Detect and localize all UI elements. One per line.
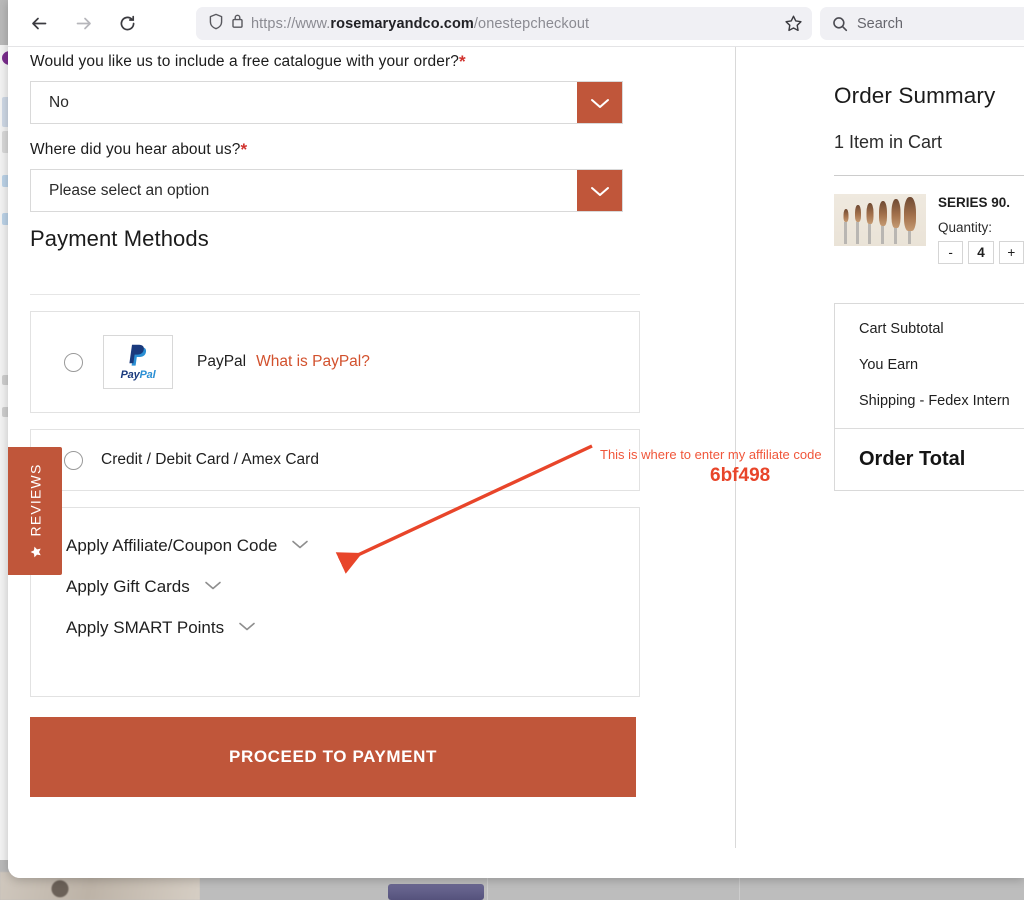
desktop-divider bbox=[739, 876, 740, 900]
shield-icon bbox=[208, 13, 224, 35]
star-icon bbox=[29, 546, 40, 558]
required-asterisk: * bbox=[240, 140, 248, 159]
desktop-taskbar bbox=[200, 876, 1024, 900]
paypal-logo: PayPal bbox=[103, 335, 173, 389]
url-path: /onestepcheckout bbox=[473, 15, 590, 32]
totals-rows: Cart Subtotal You Earn Shipping - Fedex … bbox=[835, 304, 1024, 428]
catalogue-select[interactable]: No bbox=[30, 81, 623, 124]
url-text: https://www.rosemaryandco.com/onestepche… bbox=[251, 16, 802, 32]
magnifier-icon bbox=[833, 16, 848, 31]
url-scheme: https://www. bbox=[251, 15, 331, 32]
chevron-down-icon[interactable] bbox=[203, 578, 223, 596]
hear-about-question-text: Where did you hear about us? bbox=[30, 141, 241, 158]
discount-codes-panel: Apply Affiliate/Coupon Code Apply Gift C… bbox=[30, 507, 640, 697]
reload-button[interactable] bbox=[112, 8, 142, 38]
search-placeholder: Search bbox=[857, 15, 903, 32]
desktop-window-preview[interactable] bbox=[388, 884, 484, 900]
cart-item-count: 1 Item in Cart bbox=[834, 132, 943, 152]
screen: https://www.rosemaryandco.com/onestepche… bbox=[0, 0, 1024, 900]
paypal-label: PayPal bbox=[197, 353, 247, 370]
hear-about-select-value: Please select an option bbox=[49, 181, 210, 199]
what-is-paypal-link[interactable]: What is PayPal? bbox=[256, 353, 370, 371]
reload-icon bbox=[120, 15, 134, 30]
cart-item-info: SERIES 90. Quantity: - 4 + bbox=[938, 194, 1024, 264]
payment-option-paypal[interactable]: PayPal PayPal What is PayPal? bbox=[30, 311, 640, 413]
apply-affiliate-coupon-code-label: Apply Affiliate/Coupon Code bbox=[66, 536, 278, 555]
paypal-mark-icon bbox=[129, 344, 147, 366]
section-divider bbox=[30, 294, 640, 295]
hear-about-question-label: Where did you hear about us?* bbox=[30, 140, 670, 160]
quantity-decrement-button[interactable]: - bbox=[938, 241, 964, 264]
bookmark-button[interactable] bbox=[778, 8, 809, 39]
radio-paypal[interactable] bbox=[64, 352, 83, 372]
totals-panel: Cart Subtotal You Earn Shipping - Fedex … bbox=[834, 303, 1024, 491]
catalogue-question-label: Would you like us to include a free cata… bbox=[30, 52, 670, 72]
arrow-left-icon bbox=[31, 17, 46, 29]
paypal-word-pal: Pal bbox=[139, 369, 156, 381]
url-host: rosemaryandco.com bbox=[330, 15, 474, 32]
forward-button[interactable] bbox=[68, 8, 98, 38]
order-summary-panel: Order Summary 1 Item in Cart SERIES 90. bbox=[834, 47, 1024, 491]
paintbrush-set-photo bbox=[834, 194, 926, 246]
desktop-divider bbox=[487, 876, 488, 900]
cart-item-name: SERIES 90. bbox=[938, 195, 1011, 210]
chevron-down-icon[interactable] bbox=[290, 537, 310, 555]
hear-about-select[interactable]: Please select an option bbox=[30, 169, 623, 212]
radio-card[interactable] bbox=[64, 450, 83, 470]
quantity-label: Quantity: bbox=[938, 220, 993, 235]
paypal-wordmark: PayPal bbox=[121, 369, 156, 381]
quantity-increment-button[interactable]: + bbox=[998, 241, 1024, 264]
required-asterisk: * bbox=[458, 52, 466, 71]
you-earn-label: You Earn bbox=[859, 357, 919, 373]
payment-option-card[interactable]: Credit / Debit Card / Amex Card bbox=[30, 429, 640, 491]
back-button[interactable] bbox=[24, 8, 54, 38]
quantity-stepper[interactable]: - 4 + bbox=[938, 241, 1024, 264]
catalogue-question-text: Would you like us to include a free cata… bbox=[30, 53, 459, 70]
search-bar[interactable]: Search bbox=[820, 7, 1024, 40]
checkout-form: Would you like us to include a free cata… bbox=[30, 47, 670, 797]
apply-smart-points-row[interactable]: Apply SMART Points bbox=[66, 618, 639, 638]
column-divider bbox=[735, 47, 736, 848]
cart-item: SERIES 90. Quantity: - 4 + bbox=[834, 194, 1024, 264]
reviews-tab[interactable]: REVIEWS bbox=[8, 447, 62, 575]
browser-window: https://www.rosemaryandco.com/onestepche… bbox=[8, 0, 1024, 878]
summary-divider bbox=[834, 175, 1024, 176]
card-label: Credit / Debit Card / Amex Card bbox=[101, 451, 319, 468]
apply-gift-cards-label: Apply Gift Cards bbox=[66, 577, 190, 596]
apply-gift-cards-row[interactable]: Apply Gift Cards bbox=[66, 577, 639, 597]
cart-subtotal-label: Cart Subtotal bbox=[859, 321, 944, 337]
catalogue-select-value: No bbox=[49, 93, 69, 111]
page-content: Would you like us to include a free cata… bbox=[8, 47, 1024, 878]
order-total-label: Order Total bbox=[859, 448, 966, 470]
payment-methods-title: Payment Methods bbox=[30, 226, 209, 251]
browser-toolbar: https://www.rosemaryandco.com/onestepche… bbox=[8, 0, 1024, 47]
chevron-down-icon[interactable] bbox=[237, 619, 257, 637]
quantity-value[interactable]: 4 bbox=[968, 241, 994, 264]
padlock-icon bbox=[231, 13, 244, 34]
apply-smart-points-label: Apply SMART Points bbox=[66, 618, 225, 637]
chevron-down-icon[interactable] bbox=[577, 82, 622, 123]
proceed-to-payment-button[interactable]: PROCEED TO PAYMENT bbox=[30, 717, 636, 797]
reviews-tab-label: REVIEWS bbox=[27, 463, 43, 537]
address-bar[interactable]: https://www.rosemaryandco.com/onestepche… bbox=[196, 7, 812, 40]
reviews-tab-inner: REVIEWS bbox=[27, 464, 43, 559]
chevron-down-icon[interactable] bbox=[577, 170, 622, 211]
shipping-label: Shipping - Fedex Intern bbox=[859, 393, 1010, 409]
paypal-word-pay: Pay bbox=[120, 369, 140, 381]
apply-affiliate-coupon-code-row[interactable]: Apply Affiliate/Coupon Code bbox=[66, 536, 639, 556]
arrow-right-icon bbox=[76, 17, 91, 29]
star-outline-icon bbox=[785, 15, 802, 32]
order-summary-title: Order Summary bbox=[834, 83, 996, 108]
